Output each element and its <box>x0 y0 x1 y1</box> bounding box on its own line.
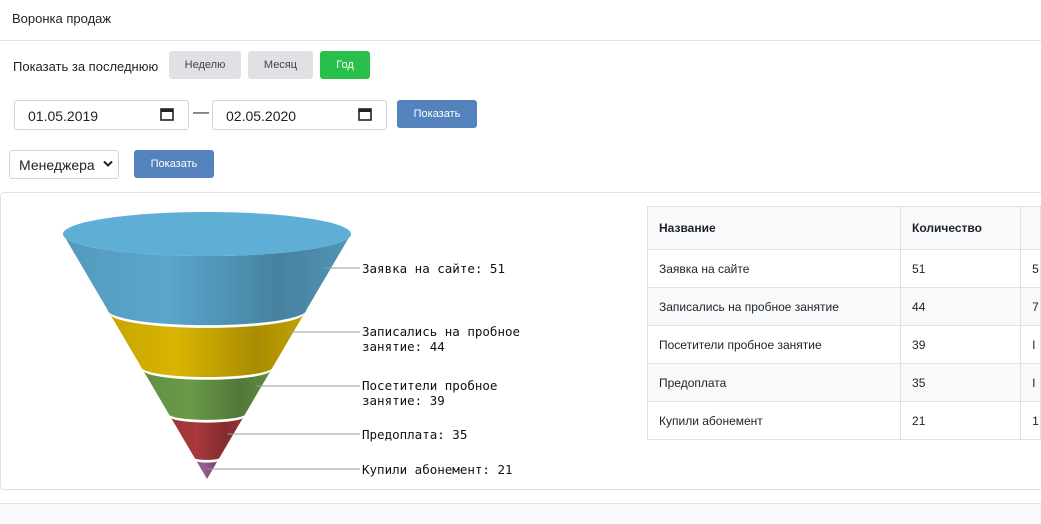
table-cell-name: Предоплата <box>646 363 902 402</box>
table-cell-count: 44 <box>900 287 1022 326</box>
period-week-button[interactable]: Неделю <box>169 51 241 79</box>
column-header-extra <box>1020 206 1041 250</box>
table-cell-extra: I <box>1020 363 1041 402</box>
date-to-value: 02.05.2020 <box>226 108 297 124</box>
period-label: Показать за последнюю <box>13 59 159 74</box>
table-cell-extra: 5 <box>1020 249 1041 288</box>
funnel-data-label: Предоплата: 35 <box>362 427 467 442</box>
funnel-data-label: занятие: 39 <box>362 393 445 408</box>
show-dates-button[interactable]: Показать <box>397 100 477 128</box>
table-cell-extra: I <box>1020 325 1041 364</box>
period-year-button[interactable]: Год <box>320 51 370 79</box>
table-row: Заявка на сайте 51 5 <box>646 249 1041 288</box>
table-row: Записались на пробное занятие 44 7 <box>646 287 1041 326</box>
funnel-chart: Заявка на сайте: 51 Записались на пробное… <box>63 212 520 479</box>
table-cell-count: 39 <box>900 325 1022 364</box>
date-from-value: 01.05.2019 <box>28 108 99 124</box>
funnel-segment <box>142 370 272 420</box>
funnel-segment <box>170 417 244 460</box>
next-card-edge <box>0 503 1041 524</box>
funnel-data-label: занятие: 44 <box>362 339 445 354</box>
table-cell-count: 51 <box>900 249 1022 288</box>
table-cell-name: Заявка на сайте <box>646 249 902 288</box>
funnel-data-label: Посетители пробное <box>362 378 497 393</box>
table-header-row: Название Количество <box>646 206 1041 250</box>
date-from-input[interactable]: 01.05.2019 <box>14 100 189 130</box>
calendar-icon[interactable] <box>358 107 372 121</box>
funnel-top-ellipse <box>63 212 351 256</box>
column-header-name: Название <box>646 206 902 250</box>
funnel-table: Название Количество Заявка на сайте 51 5… <box>646 206 1041 440</box>
table-cell-extra: 7 <box>1020 287 1041 326</box>
funnel-segment <box>196 461 218 479</box>
date-separator: — <box>193 104 209 121</box>
table-row: Посетители пробное занятие 39 I <box>646 325 1041 364</box>
chevron-down-icon <box>103 160 113 167</box>
funnel-data-label: Записались на пробное <box>362 324 520 339</box>
table-cell-count: 35 <box>900 363 1022 402</box>
period-month-button[interactable]: Месяц <box>248 51 313 79</box>
table-cell-name: Посетители пробное занятие <box>646 325 902 364</box>
table-cell-extra: 1 <box>1020 401 1041 440</box>
table-row: Предоплата 35 I <box>646 363 1041 402</box>
header-divider <box>0 40 1041 41</box>
page-title: Воронка продаж <box>12 11 112 26</box>
manager-select[interactable]: Менеджера <box>9 150 119 179</box>
column-header-count: Количество <box>900 206 1022 250</box>
table-cell-name: Купили абонемент <box>646 401 902 440</box>
manager-select-value: Менеджера <box>19 157 95 173</box>
funnel-data-label: Заявка на сайте: 51 <box>362 261 505 276</box>
table-cell-name: Записались на пробное занятие <box>646 287 902 326</box>
table-row: Купили абонемент 21 1 <box>646 401 1041 440</box>
date-to-input[interactable]: 02.05.2020 <box>212 100 387 130</box>
show-manager-button[interactable]: Показать <box>134 150 214 178</box>
funnel-data-label: Купили абонемент: 21 <box>362 462 513 477</box>
table-cell-count: 21 <box>900 401 1022 440</box>
calendar-icon[interactable] <box>160 107 174 121</box>
